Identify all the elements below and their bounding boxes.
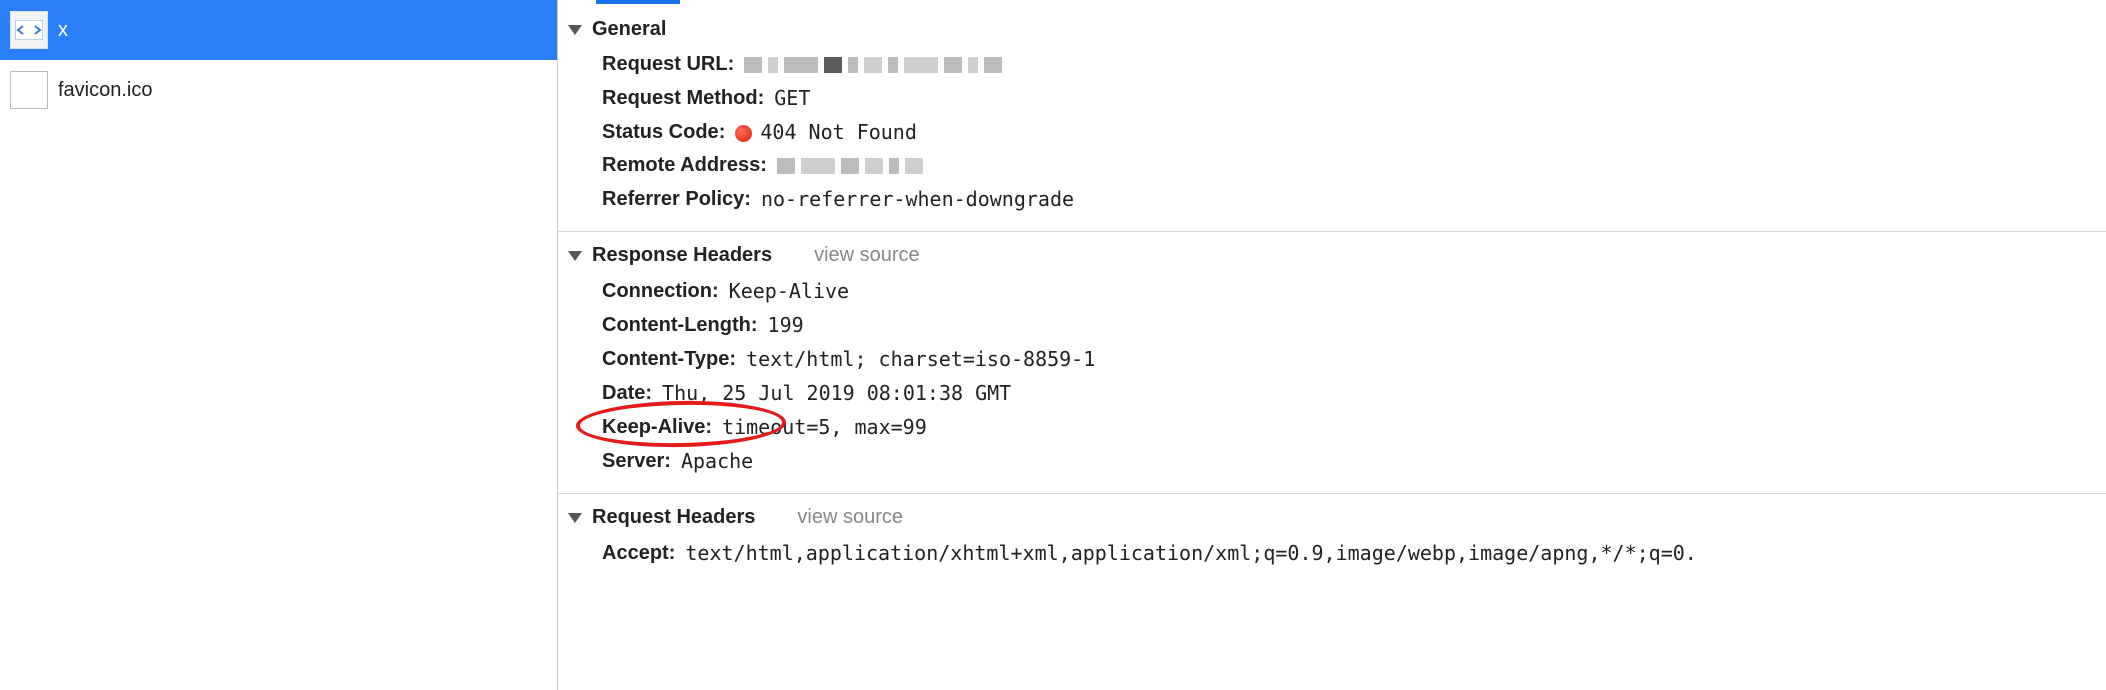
value: 404 Not Found — [735, 120, 917, 144]
section-response-headers: Response Headers view source Connection:… — [558, 231, 2106, 493]
label: Status Code — [602, 121, 719, 144]
view-source-link[interactable]: view source — [797, 506, 903, 529]
chevron-down-icon — [568, 251, 582, 261]
request-name: x — [58, 19, 68, 42]
section-header-response[interactable]: Response Headers view source — [558, 244, 2106, 275]
row-content-length: Content-Length: 199 — [558, 309, 2106, 343]
redacted-value — [744, 57, 1002, 73]
doc-code-icon — [10, 11, 48, 49]
value: text/html; charset=iso-8859-1 — [746, 347, 1095, 371]
row-date: Date: Thu, 25 Jul 2019 08:01:38 GMT — [558, 377, 2106, 411]
row-remote-address: Remote Address: — [558, 150, 2106, 183]
label: Referrer Policy — [602, 188, 744, 211]
devtools-network-panel: x favicon.ico General Request URL: Reque… — [0, 0, 2106, 690]
request-name: favicon.ico — [58, 79, 153, 102]
section-header-general[interactable]: General — [558, 18, 2106, 49]
row-referrer-policy: Referrer Policy: no-referrer-when-downgr… — [558, 183, 2106, 217]
row-content-type: Content-Type: text/html; charset=iso-885… — [558, 343, 2106, 377]
row-accept: Accept: text/html,application/xhtml+xml,… — [558, 537, 2106, 571]
row-status-code: Status Code: 404 Not Found — [558, 116, 2106, 150]
row-server: Server: Apache — [558, 445, 2106, 479]
label: Content-Length — [602, 314, 751, 337]
value: 199 — [768, 313, 804, 337]
value: timeout=5, max=99 — [722, 415, 927, 439]
label: Content-Type — [602, 348, 729, 371]
row-keep-alive: Keep-Alive: timeout=5, max=99 — [558, 411, 2106, 445]
status-text: 404 Not Found — [760, 120, 917, 144]
request-list: x favicon.ico — [0, 0, 558, 690]
label: Remote Address — [602, 154, 760, 177]
label: Connection — [602, 280, 712, 303]
label: Request Method — [602, 87, 758, 110]
label: Keep-Alive — [602, 416, 705, 439]
chevron-down-icon — [568, 25, 582, 35]
section-header-request[interactable]: Request Headers view source — [558, 506, 2106, 537]
value: no-referrer-when-downgrade — [761, 187, 1074, 211]
section-title: Response Headers — [592, 244, 772, 267]
blank-icon — [10, 71, 48, 109]
headers-panel: General Request URL: Request Method: GET… — [558, 0, 2106, 690]
row-connection: Connection: Keep-Alive — [558, 275, 2106, 309]
request-row-x[interactable]: x — [0, 0, 557, 60]
section-general: General Request URL: Request Method: GET… — [558, 6, 2106, 231]
section-title: General — [592, 18, 666, 41]
row-request-url: Request URL: — [558, 49, 2106, 82]
value: Keep-Alive — [729, 279, 849, 303]
view-source-link[interactable]: view source — [814, 244, 920, 267]
status-dot-icon — [735, 125, 752, 142]
active-tab-indicator — [596, 0, 680, 4]
label: Request URL — [602, 53, 728, 76]
label: Accept — [602, 542, 669, 565]
value: Apache — [681, 449, 753, 473]
section-request-headers: Request Headers view source Accept: text… — [558, 493, 2106, 585]
label: Date — [602, 382, 645, 405]
label: Server — [602, 450, 664, 473]
request-row-favicon[interactable]: favicon.ico — [0, 60, 557, 120]
chevron-down-icon — [568, 513, 582, 523]
redacted-value — [777, 158, 923, 174]
row-request-method: Request Method: GET — [558, 82, 2106, 116]
value: text/html,application/xhtml+xml,applicat… — [685, 541, 1696, 565]
section-title: Request Headers — [592, 506, 755, 529]
value: Thu, 25 Jul 2019 08:01:38 GMT — [662, 381, 1011, 405]
value: GET — [774, 86, 810, 110]
